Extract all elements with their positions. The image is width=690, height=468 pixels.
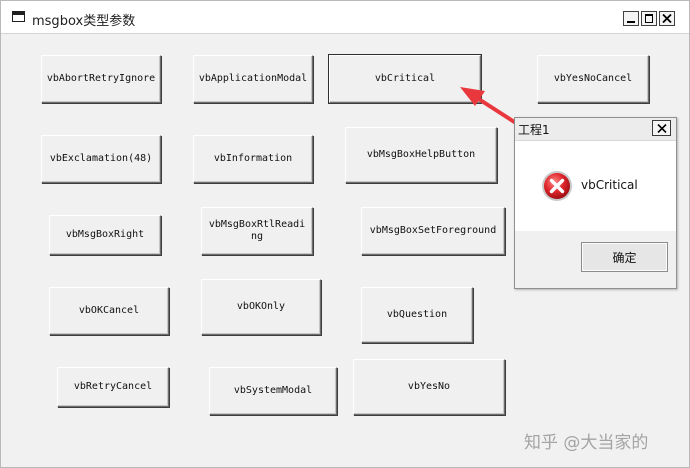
dialog-title: 工程1 — [518, 123, 550, 137]
vbokcancel-button[interactable]: vbOKCancel — [49, 287, 169, 335]
vbinformation-button[interactable]: vbInformation — [193, 135, 313, 183]
vbapplicationmodal-button[interactable]: vbApplicationModal — [193, 55, 313, 103]
dialog-body: vbCritical — [515, 141, 676, 231]
minimize-button[interactable] — [623, 11, 639, 26]
vbexclamation-button[interactable]: vbExclamation(48) — [41, 135, 161, 183]
vbcritical-button[interactable]: vbCritical — [329, 55, 481, 103]
vbmsgboxsetforeground-button[interactable]: vbMsgBoxSetForeground — [361, 207, 505, 255]
dialog-close-button[interactable] — [652, 120, 671, 136]
vbokonly-button[interactable]: vbOKOnly — [201, 279, 321, 335]
watermark-text: 知乎 @大当家的 — [524, 433, 649, 453]
vbmsgboxrtlreading-button[interactable]: vbMsgBoxRtlReading — [201, 207, 313, 255]
close-icon — [657, 124, 667, 133]
vbsystemmodal-button[interactable]: vbSystemModal — [209, 367, 337, 415]
vbabortretryignore-button[interactable]: vbAbortRetryIgnore — [41, 55, 161, 103]
ok-button[interactable]: 确定 — [581, 242, 668, 272]
error-icon — [542, 171, 572, 201]
window-title: msgbox类型参数 — [32, 14, 136, 29]
vbyesnocancel-button[interactable]: vbYesNoCancel — [537, 55, 649, 103]
vbmsgboxright-button[interactable]: vbMsgBoxRight — [49, 215, 161, 255]
vbmsgboxhelpbutton-button[interactable]: vbMsgBoxHelpButton — [345, 127, 497, 183]
message-dialog: 工程1 vbCritical 确定 — [514, 117, 677, 289]
dialog-titlebar[interactable]: 工程1 — [515, 118, 676, 141]
window-titlebar[interactable]: msgbox类型参数 — [1, 1, 689, 34]
vbquestion-button[interactable]: vbQuestion — [361, 287, 473, 343]
app-window-icon — [12, 11, 25, 22]
vbretrycancel-button[interactable]: vbRetryCancel — [57, 367, 169, 407]
dialog-message: vbCritical — [581, 178, 638, 192]
close-button[interactable] — [659, 11, 675, 26]
vbyesno-button[interactable]: vbYesNo — [353, 359, 505, 415]
maximize-button[interactable] — [641, 11, 657, 26]
close-icon — [662, 14, 672, 23]
